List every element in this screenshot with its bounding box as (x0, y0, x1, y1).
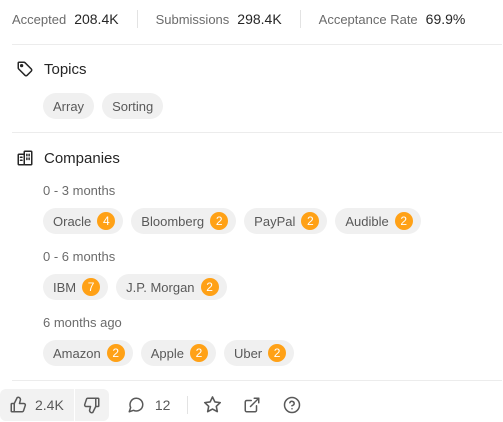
comment-count: 12 (154, 396, 171, 413)
company-tag-audible[interactable]: Audible 2 (335, 208, 421, 234)
stat-acceptance-rate: Acceptance Rate 69.9% (319, 11, 466, 27)
stat-divider (136, 10, 138, 28)
share-button[interactable] (243, 396, 261, 414)
company-tag-uber[interactable]: Uber 2 (223, 340, 295, 366)
problem-info-panel: Accepted 208.4K Submissions 298.4K Accep… (0, 0, 503, 422)
company-count-badge: 2 (210, 212, 229, 230)
topics-title: Topics (44, 60, 87, 78)
topics-header[interactable]: Topics (16, 60, 87, 78)
action-bar: 2.4K 12 (0, 388, 503, 421)
stat-label: Acceptance Rate (318, 11, 418, 27)
stat-label: Accepted (12, 11, 67, 27)
company-count-badge: 2 (200, 278, 219, 296)
help-button[interactable] (283, 396, 301, 414)
comment-icon (128, 397, 144, 412)
company-count-badge: 2 (301, 212, 320, 230)
section-divider (12, 44, 502, 45)
topic-tag[interactable]: Sorting (102, 93, 164, 119)
stats-row: Accepted 208.4K Submissions 298.4K Accep… (12, 8, 465, 30)
vote-group: 2.4K (0, 388, 109, 421)
company-count-badge: 2 (394, 212, 413, 230)
company-name: Uber (233, 345, 263, 361)
companies-title: Companies (44, 149, 120, 167)
company-count-badge: 2 (106, 344, 125, 362)
company-tag-oracle[interactable]: Oracle 4 (43, 208, 124, 234)
company-name: Audible (345, 213, 389, 229)
company-tag-ibm[interactable]: IBM 7 (43, 274, 109, 300)
stat-divider (299, 10, 301, 28)
action-divider (187, 395, 189, 414)
comments-button[interactable]: 12 (127, 396, 171, 414)
company-name: Apple (150, 345, 184, 361)
companies-header[interactable]: Companies (16, 149, 120, 167)
dislike-button[interactable] (75, 389, 109, 421)
company-count-badge: 2 (189, 344, 208, 362)
period-label: 0 - 3 months (43, 183, 116, 198)
company-tag-jp-morgan[interactable]: J.P. Morgan 2 (116, 274, 227, 300)
company-name: Amazon (53, 345, 101, 361)
thumbs-down-icon (83, 397, 100, 413)
company-name: PayPal (254, 213, 296, 229)
building-icon (17, 150, 33, 166)
company-tag-paypal[interactable]: PayPal 2 (244, 208, 328, 234)
company-count-badge: 7 (82, 278, 101, 296)
star-icon (204, 396, 222, 413)
company-row: Oracle 4 Bloomberg 2 PayPal 2 Audible 2 (43, 208, 421, 234)
stat-accepted: Accepted 208.4K (12, 11, 119, 27)
period-label: 6 months ago (43, 315, 122, 330)
stat-value: 298.4K (237, 11, 282, 27)
company-name: Oracle (53, 213, 92, 229)
like-button[interactable]: 2.4K (0, 389, 74, 421)
favorite-button[interactable] (203, 395, 222, 414)
company-name: IBM (53, 279, 77, 295)
thumbs-up-icon (10, 396, 27, 412)
tag-icon (17, 61, 33, 77)
section-divider (12, 380, 502, 381)
company-tag-apple[interactable]: Apple 2 (140, 340, 216, 366)
stat-submissions: Submissions 298.4K (156, 11, 282, 27)
section-divider (12, 132, 502, 133)
company-count-badge: 2 (268, 344, 287, 362)
topic-tags: Array Sorting (43, 93, 164, 119)
like-count: 2.4K (35, 396, 64, 413)
company-row: IBM 7 J.P. Morgan 2 (43, 274, 227, 300)
stat-label: Submissions (155, 11, 230, 27)
help-icon (284, 396, 301, 413)
company-name: J.P. Morgan (126, 279, 195, 295)
company-count-badge: 4 (97, 212, 116, 230)
company-name: Bloomberg (141, 213, 205, 229)
company-row: Amazon 2 Apple 2 Uber 2 (43, 340, 295, 366)
company-tag-bloomberg[interactable]: Bloomberg 2 (131, 208, 237, 234)
stat-value: 208.4K (74, 11, 119, 27)
external-link-icon (244, 397, 260, 412)
stat-value: 69.9% (425, 11, 466, 27)
topic-tag[interactable]: Array (43, 93, 95, 119)
period-label: 0 - 6 months (43, 249, 116, 264)
company-tag-amazon[interactable]: Amazon 2 (43, 340, 133, 366)
